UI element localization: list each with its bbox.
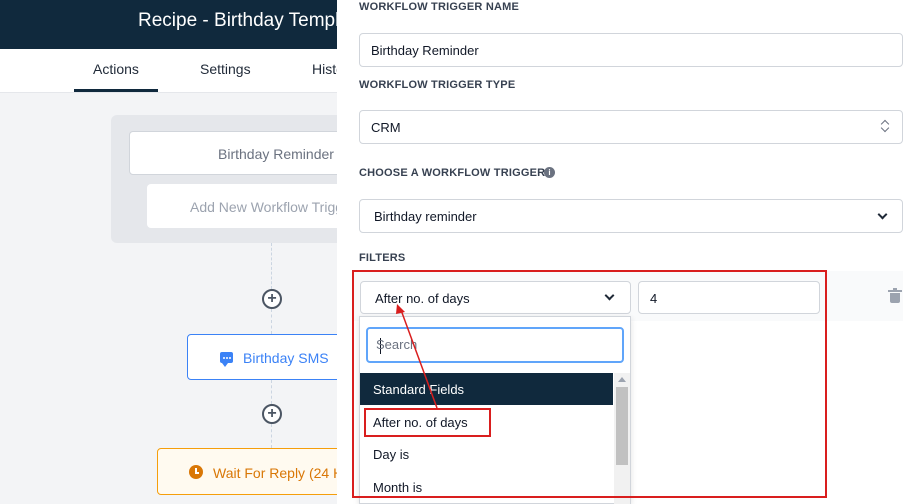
trigger-type-value: CRM [371,120,401,135]
filters-label: FILTERS [359,252,406,264]
tab-settings[interactable]: Settings [200,61,251,77]
add-trigger-button[interactable]: Add New Workflow Trigger [147,184,357,228]
trash-icon[interactable] [888,288,902,303]
scroll-thumb[interactable] [616,387,628,465]
filter-field-value: After no. of days [375,291,470,306]
tab-actions[interactable]: Actions [74,61,158,92]
action-sms-label: Birthday SMS [243,350,329,366]
sms-icon [220,352,233,367]
choose-trigger-value: Birthday reminder [374,209,477,224]
dropdown-search[interactable] [366,327,624,363]
connector-line [271,243,272,289]
trigger-type-label: WORKFLOW TRIGGER TYPE [359,79,516,91]
clock-icon [189,465,203,479]
updown-icon [882,119,890,133]
trigger-card-label: Birthday Reminder [218,146,334,162]
recipe-title: Recipe - Birthday Template [138,10,366,31]
search-input[interactable] [376,337,606,352]
option-group-header: Standard Fields [360,373,613,405]
add-trigger-label: Add New Workflow Trigger [190,199,356,215]
chevron-down-icon [877,209,888,220]
dropdown-option[interactable]: Day is [360,438,613,470]
filter-value-text: 4 [650,291,658,306]
option-label: After no. of days [373,415,468,430]
dropdown-option[interactable]: After no. of days [360,406,613,438]
trigger-name-label: WORKFLOW TRIGGER NAME [359,1,520,13]
option-group-label: Standard Fields [373,382,465,397]
info-icon[interactable]: i [544,167,555,178]
plus-icon[interactable]: + [262,404,282,424]
tab-bar: Actions Settings History [0,49,356,93]
action-card-sms[interactable]: Birthday SMS [187,334,357,380]
action-card-wait[interactable]: Wait For Reply (24 Hours) [157,448,375,495]
filter-value-input[interactable]: 4 [638,281,820,314]
plus-icon[interactable]: + [262,289,282,309]
trigger-name-value: Birthday Reminder [371,43,479,58]
dropdown-scrollbar[interactable] [614,373,630,504]
connector-line [271,309,272,334]
dropdown-option[interactable]: Month is [360,471,613,503]
chevron-down-icon [604,290,615,301]
trigger-type-select[interactable]: CRM [359,110,903,144]
scroll-up-icon[interactable] [618,377,626,382]
choose-trigger-label: CHOOSE A WORKFLOW TRIGGER [359,167,546,179]
connector-line [271,424,272,448]
filter-field-select[interactable]: After no. of days [360,281,631,314]
option-label: Month is [373,480,423,495]
trigger-card[interactable]: Birthday Reminder [129,131,359,175]
trigger-name-input[interactable]: Birthday Reminder [359,33,903,67]
connector-line [271,380,272,404]
option-label: Day is [373,447,410,462]
choose-trigger-select[interactable]: Birthday reminder [359,199,903,233]
